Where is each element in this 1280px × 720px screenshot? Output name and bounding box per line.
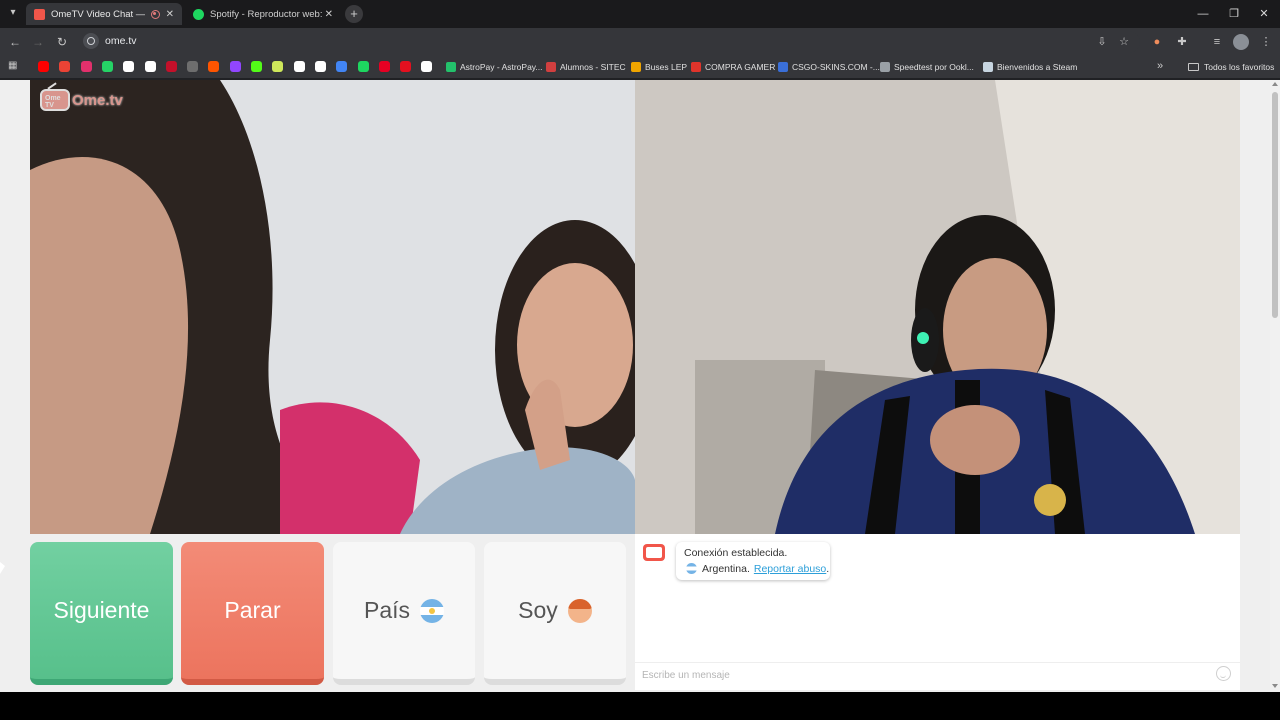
- bookmark-favicon-icon[interactable]: [101, 61, 113, 72]
- remote-video: [30, 80, 635, 534]
- buses-favicon-icon: [631, 62, 641, 72]
- self-video: [635, 80, 1240, 534]
- report-abuse-link[interactable]: Reportar abuso: [754, 563, 826, 575]
- bookmark-speedtest[interactable]: Speedtest por Ookl...: [880, 60, 974, 74]
- bookmark-favicon-icon[interactable]: [272, 61, 284, 72]
- bookmark-favicon-icon[interactable]: [400, 61, 412, 72]
- apps-grid-icon[interactable]: ▦: [8, 60, 20, 72]
- tab-title: Spotify - Reproductor web: mú: [210, 8, 325, 20]
- mouse-cursor-icon: [0, 562, 5, 574]
- tab-search-icon[interactable]: ▾: [6, 6, 20, 20]
- bookmark-favicon-icon[interactable]: [336, 61, 348, 72]
- bookmark-favicon-icon[interactable]: [80, 61, 92, 72]
- bookmark-favicon-icon[interactable]: [314, 61, 326, 72]
- remote-video-frame: [30, 80, 635, 534]
- all-bookmarks-folder[interactable]: Todos los favoritos: [1188, 60, 1274, 74]
- extension-icon[interactable]: ●: [1149, 34, 1165, 50]
- bookmark-favicon-icon[interactable]: [123, 61, 135, 72]
- ometv-favicon-icon: [34, 8, 45, 20]
- install-app-icon[interactable]: ⇩: [1094, 34, 1110, 50]
- forward-icon[interactable]: →: [29, 33, 47, 51]
- emoji-icon[interactable]: [1216, 666, 1231, 681]
- bookmark-favicon-icon[interactable]: [38, 61, 49, 72]
- bookmark-favicon-icon[interactable]: [421, 61, 433, 72]
- media-control-icon[interactable]: ≡: [1209, 34, 1225, 50]
- argentina-flag-icon: [420, 598, 445, 623]
- connection-status: Conexión establecida.: [684, 547, 788, 559]
- bookmark-csgo-skins[interactable]: CSGO-SKINS.COM -...: [778, 60, 880, 74]
- minimize-icon[interactable]: —: [1194, 5, 1212, 23]
- country-button[interactable]: País: [333, 542, 475, 685]
- new-tab-button[interactable]: +: [345, 5, 363, 23]
- next-button[interactable]: Siguiente: [30, 542, 173, 685]
- scrollbar-thumb[interactable]: [1272, 92, 1278, 318]
- tab-strip: ▾ OmeTV Video Chat — Ome ✕ Spotify - Rep…: [0, 0, 1280, 28]
- tab-ometv[interactable]: OmeTV Video Chat — Ome ✕: [26, 3, 182, 25]
- bookmark-favicon-icon[interactable]: [357, 61, 369, 72]
- close-tab-icon[interactable]: ✕: [325, 9, 333, 20]
- profile-avatar-icon[interactable]: [1233, 34, 1249, 50]
- extensions-puzzle-icon[interactable]: ✚: [1174, 34, 1190, 50]
- message-input[interactable]: [642, 667, 1202, 683]
- bookmarks-bar: ▦ AstroPay - AstroPay... Alumnos - SITEC…: [0, 56, 1280, 78]
- recording-icon: [150, 9, 160, 19]
- restore-icon[interactable]: ❐: [1225, 5, 1243, 23]
- bookmark-favicon-icon[interactable]: [378, 61, 390, 72]
- reload-icon[interactable]: ↻: [53, 33, 71, 51]
- spotify-favicon-icon: [193, 8, 204, 20]
- address-bar[interactable]: [80, 31, 1140, 53]
- ometv-logo: Ome TV Ome.tv: [40, 88, 123, 112]
- browser-chrome: ▾ OmeTV Video Chat — Ome ✕ Spotify - Rep…: [0, 0, 1280, 80]
- more-bookmarks-icon[interactable]: »: [1157, 60, 1163, 72]
- tab-title: OmeTV Video Chat — Ome: [51, 8, 145, 20]
- gender-button[interactable]: Soy: [484, 542, 626, 685]
- back-icon[interactable]: ←: [6, 33, 24, 51]
- scroll-up-icon[interactable]: [1272, 82, 1278, 86]
- stop-button[interactable]: Parar: [181, 542, 324, 685]
- menu-kebab-icon[interactable]: ⋮: [1258, 34, 1274, 50]
- message-input-area: [635, 662, 1240, 686]
- compra-gamer-favicon-icon: [691, 62, 701, 72]
- folder-icon: [1188, 63, 1199, 71]
- csgo-favicon-icon: [778, 62, 788, 72]
- tab-spotify[interactable]: Spotify - Reproductor web: mú ✕: [185, 3, 341, 25]
- steam-favicon-icon: [983, 62, 993, 72]
- bookmark-favicon-icon[interactable]: [59, 61, 71, 72]
- bookmark-favicon-icon[interactable]: [229, 61, 241, 72]
- bookmark-buses-lep[interactable]: Buses LEP: [631, 60, 687, 74]
- close-tab-icon[interactable]: ✕: [166, 9, 174, 20]
- argentina-flag-icon: [686, 563, 697, 574]
- tv-logo-icon: Ome TV: [40, 89, 70, 111]
- scroll-down-icon[interactable]: [1272, 684, 1278, 688]
- bookmark-favicon-icon[interactable]: [251, 61, 262, 72]
- bookmark-compra-gamer[interactable]: COMPRA GAMER: [691, 60, 775, 74]
- site-info-icon[interactable]: [83, 33, 99, 49]
- bookmark-star-icon[interactable]: ☆: [1116, 34, 1132, 50]
- speedtest-favicon-icon: [880, 62, 890, 72]
- bookmark-favicon-icon[interactable]: [165, 61, 177, 72]
- ometv-chat-logo-icon: [643, 544, 665, 561]
- sitec-favicon-icon: [546, 62, 556, 72]
- boy-emoji-icon: [567, 598, 592, 623]
- self-video-frame: [635, 80, 1240, 534]
- url-text[interactable]: ome.tv: [105, 35, 137, 47]
- bookmark-favicon-icon[interactable]: [187, 61, 199, 72]
- bookmark-sitec[interactable]: Alumnos - SITEC: [546, 60, 626, 74]
- bookmark-steam[interactable]: Bienvenidos a Steam: [983, 60, 1077, 74]
- partner-country: Argentina. Reportar abuso.: [686, 562, 829, 575]
- bookmark-favicon-icon[interactable]: [208, 61, 220, 72]
- bookmark-favicon-icon[interactable]: [293, 61, 305, 72]
- close-window-icon[interactable]: ✕: [1255, 5, 1273, 23]
- bookmark-favicon-icon[interactable]: [144, 61, 156, 72]
- bookmark-astropay[interactable]: AstroPay - AstroPay...: [446, 60, 543, 74]
- astropay-favicon-icon: [446, 62, 456, 72]
- browser-toolbar: ← → ↻ ome.tv ⇩ ☆ ● ✚ ≡ ⋮: [0, 28, 1280, 56]
